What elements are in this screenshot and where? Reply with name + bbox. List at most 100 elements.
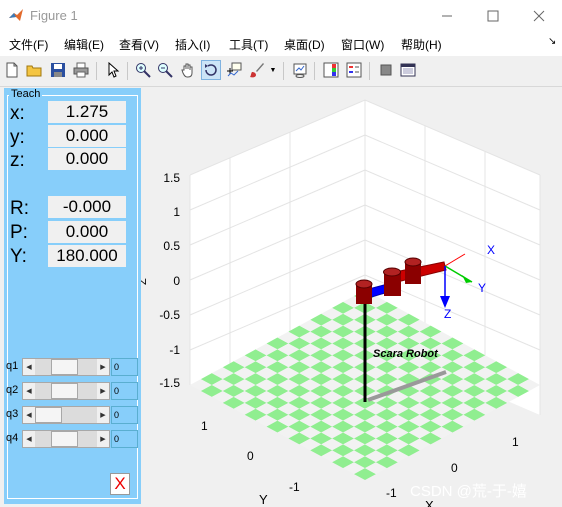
window-title: Figure 1 — [30, 8, 78, 23]
z-axis-label: Z — [141, 278, 149, 285]
x-tick-label: -1 — [386, 486, 397, 500]
close-window-button[interactable] — [516, 0, 562, 32]
q3-value-field[interactable]: 0 — [111, 406, 138, 424]
slider-right-arrow-icon[interactable]: ▶ — [97, 383, 109, 399]
q2-slider[interactable]: ◀ ▶ — [22, 382, 110, 400]
data-cursor-icon — [227, 62, 242, 77]
toolbar-separator — [96, 62, 97, 80]
slider-right-arrow-icon[interactable]: ▶ — [97, 431, 109, 447]
menu-overflow-arrow[interactable]: ↘ — [548, 36, 556, 47]
save-button[interactable] — [48, 60, 68, 80]
link-plot-button[interactable] — [290, 60, 310, 80]
brush-icon — [250, 63, 264, 78]
y-tick-label: 1 — [201, 419, 208, 433]
robot-joint-1 — [355, 279, 373, 304]
pitch-value: 0.000 — [48, 221, 126, 243]
slider-left-arrow-icon[interactable]: ◀ — [23, 431, 35, 447]
panel-title: Teach — [9, 88, 43, 100]
menu-help[interactable]: 帮助(H) — [401, 36, 442, 53]
close-teach-button[interactable]: X — [110, 473, 130, 495]
z-tick-label: 1.5 — [163, 171, 180, 185]
yaw-label: Y: — [10, 246, 27, 267]
slider-thumb[interactable] — [50, 383, 78, 399]
toolbar-separator — [314, 62, 315, 80]
slider-label: q2 — [6, 384, 19, 396]
menu-edit[interactable]: 编辑(E) — [64, 36, 104, 53]
q4-value-field[interactable]: 0 — [111, 430, 138, 448]
robot-3d-plot[interactable]: X Y Z Scara Robot 1.5 1 0.5 0 -0.5 -1 -1… — [141, 88, 562, 507]
robot-joint-3 — [404, 257, 422, 284]
q3-slider[interactable]: ◀ ▶ — [22, 406, 110, 424]
watermark-text: CSDN @荒-于-嬉 — [410, 483, 527, 500]
hide-plot-tools-button[interactable] — [376, 60, 396, 80]
q2-value-field[interactable]: 0 — [111, 382, 138, 400]
z-tick-label: -1 — [169, 343, 180, 357]
pan-button[interactable] — [178, 60, 198, 80]
save-icon — [51, 63, 65, 77]
colorbar-icon — [323, 62, 339, 78]
show-plot-tools-button[interactable] — [398, 60, 418, 80]
robot-joint-2 — [383, 267, 401, 296]
zoom-in-button[interactable] — [133, 60, 153, 80]
toolbar-separator — [369, 62, 370, 80]
z-tick-label: 0.5 — [163, 239, 180, 253]
slider-left-arrow-icon[interactable]: ◀ — [23, 383, 35, 399]
pointer-button[interactable] — [103, 60, 123, 80]
x-tick-label: 0 — [451, 461, 458, 475]
y-label: y: — [10, 127, 25, 148]
menu-desktop[interactable]: 桌面(D) — [284, 36, 325, 53]
slider-left-arrow-icon[interactable]: ◀ — [23, 359, 35, 375]
x-label: x: — [10, 103, 25, 124]
chevron-down-icon: ▼ — [269, 66, 277, 74]
menu-tools[interactable]: 工具(T) — [229, 36, 268, 53]
hide-plot-tools-icon — [380, 64, 392, 76]
q4-slider[interactable]: ◀ ▶ — [22, 430, 110, 448]
hand-icon — [181, 63, 193, 78]
open-file-button[interactable] — [24, 60, 44, 80]
insert-legend-button[interactable] — [344, 60, 364, 80]
menu-file[interactable]: 文件(F) — [9, 36, 48, 53]
slider-right-arrow-icon[interactable]: ▶ — [97, 407, 109, 423]
rotate-3d-button[interactable] — [201, 60, 221, 80]
close-icon — [533, 10, 545, 22]
slider-thumb[interactable] — [50, 431, 78, 447]
toolbar-separator — [127, 62, 128, 80]
brush-dropdown[interactable]: ▼ — [267, 60, 279, 80]
show-plot-tools-icon — [400, 63, 416, 77]
rotate-3d-icon — [205, 64, 217, 76]
print-icon — [73, 62, 89, 78]
slider-left-arrow-icon[interactable]: ◀ — [23, 407, 35, 423]
print-button[interactable] — [71, 60, 91, 80]
zoom-out-button[interactable] — [155, 60, 175, 80]
zoom-in-icon — [136, 63, 151, 78]
z-tick-label: -0.5 — [159, 308, 180, 322]
new-figure-icon — [6, 62, 18, 78]
brush-button[interactable] — [247, 60, 267, 80]
yaw-value: 180.000 — [48, 245, 126, 267]
legend-icon — [346, 62, 362, 78]
ee-y-label: Y — [478, 281, 486, 295]
x-value: 1.275 — [48, 101, 126, 123]
slider-thumb[interactable] — [35, 407, 62, 423]
open-folder-icon — [26, 65, 42, 77]
minimize-icon — [442, 15, 452, 17]
menu-window[interactable]: 窗口(W) — [341, 36, 384, 53]
title-bar: Figure 1 — [0, 0, 562, 32]
menu-insert[interactable]: 插入(I) — [175, 36, 210, 53]
slider-right-arrow-icon[interactable]: ▶ — [97, 359, 109, 375]
q1-slider[interactable]: ◀ ▶ — [22, 358, 110, 376]
maximize-button[interactable] — [470, 0, 516, 32]
new-figure-button[interactable] — [2, 60, 22, 80]
data-cursor-button[interactable] — [224, 60, 244, 80]
slider-label: q1 — [6, 360, 19, 372]
insert-colorbar-button[interactable] — [321, 60, 341, 80]
y-tick-label: 0 — [247, 449, 254, 463]
q1-value-field[interactable]: 0 — [111, 358, 138, 376]
z-tick-label: -1.5 — [159, 376, 180, 390]
link-plot-icon — [293, 63, 307, 78]
menu-view[interactable]: 查看(V) — [119, 36, 159, 53]
minimize-button[interactable] — [424, 0, 470, 32]
y-value: 0.000 — [48, 125, 126, 147]
slider-thumb[interactable] — [50, 359, 78, 375]
slider-label: q4 — [6, 432, 19, 444]
